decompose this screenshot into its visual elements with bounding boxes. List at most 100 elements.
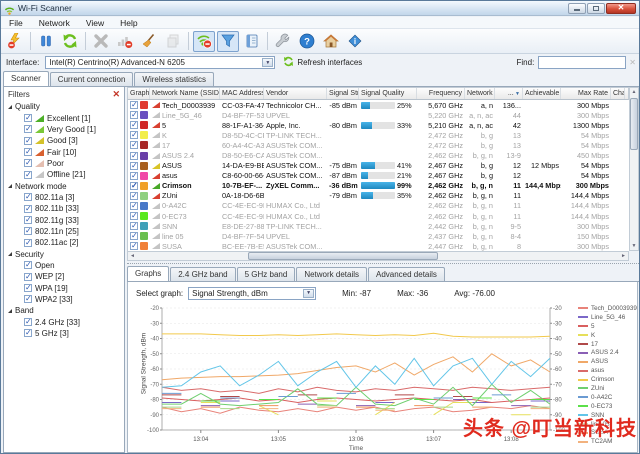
row-checkbox[interactable] <box>130 222 138 230</box>
expander-icon[interactable] <box>8 105 12 109</box>
checkbox[interactable] <box>24 239 32 247</box>
row-checkbox[interactable] <box>130 232 138 240</box>
table-vertical-scrollbar[interactable]: ▲ ▼ <box>629 87 639 251</box>
expander-icon[interactable] <box>8 252 12 256</box>
table-row[interactable]: KD8-5D-4C-CF-...TP-LINK TECH...2,472 GHz… <box>128 130 629 140</box>
checkbox[interactable] <box>24 216 32 224</box>
table-row[interactable]: ZUni0A-18-D6-6B-...-79 dBm35%2,462 GHzb,… <box>128 191 629 201</box>
menu-network[interactable]: Network <box>31 17 78 29</box>
interface-select[interactable]: Intel(R) Centrino(R) Advanced-N 6205 ▼ <box>45 56 275 69</box>
filter-item[interactable]: WEP [2] <box>8 271 124 282</box>
refresh-button[interactable] <box>59 31 81 52</box>
checkbox[interactable] <box>24 273 32 281</box>
signal-remove-button[interactable] <box>114 31 136 52</box>
find-input[interactable] <box>538 56 626 69</box>
checkbox[interactable] <box>24 329 32 337</box>
row-checkbox[interactable] <box>130 162 138 170</box>
column-header-chann[interactable]: Chann <box>611 88 625 99</box>
checkbox[interactable] <box>24 318 32 326</box>
graph-type-select[interactable]: Signal Strength, dBm ▼ <box>188 287 316 300</box>
filter-item[interactable]: 802.11ac [2] <box>8 237 124 248</box>
filter-group-network-mode[interactable]: Network mode <box>8 180 124 192</box>
find-clear-icon[interactable]: ✕ <box>629 58 636 67</box>
row-checkbox[interactable] <box>130 192 138 200</box>
log-button[interactable] <box>241 31 263 52</box>
row-checkbox[interactable] <box>130 141 138 149</box>
filter-group-band[interactable]: Band <box>8 305 124 317</box>
filter-item[interactable]: 5 GHz [3] <box>8 328 124 339</box>
filter-group-security[interactable]: Security <box>8 248 124 260</box>
row-checkbox[interactable] <box>130 111 138 119</box>
checkbox[interactable] <box>24 261 32 269</box>
disconnect-bolt-button[interactable] <box>4 31 26 52</box>
menu-view[interactable]: View <box>78 17 112 29</box>
scroll-right-icon[interactable]: ► <box>619 253 628 259</box>
checkbox[interactable] <box>24 137 32 145</box>
checkbox[interactable] <box>24 171 32 179</box>
table-row[interactable]: 0-EC73CC-4E-EC-9E-...HUMAX Co., Ltd2,462… <box>128 211 629 221</box>
tab-network-details[interactable]: Network details <box>296 267 367 281</box>
filter-item[interactable]: 802.11b [33] <box>8 203 124 214</box>
minimize-button[interactable] <box>568 3 586 14</box>
checkbox[interactable] <box>24 205 32 213</box>
row-checkbox[interactable] <box>130 152 138 160</box>
chevron-down-icon[interactable]: ▼ <box>262 58 273 67</box>
tab-wireless-statistics[interactable]: Wireless statistics <box>134 72 214 86</box>
table-row[interactable]: 588-1F-A1-36-...Apple, Inc.-80 dBm33%5,2… <box>128 120 629 130</box>
help-button[interactable]: ? <box>296 31 318 52</box>
scroll-up-icon[interactable]: ▲ <box>632 88 637 96</box>
menu-help[interactable]: Help <box>112 17 145 29</box>
expander-icon[interactable] <box>8 309 12 313</box>
row-checkbox[interactable] <box>130 202 138 210</box>
table-horizontal-scrollbar[interactable]: ◄ ► <box>127 251 629 261</box>
table-row[interactable]: SUSABC-EE-7B-E5-...ASUSTek COM...2,447 G… <box>128 241 629 251</box>
chevron-down-icon[interactable]: ▼ <box>303 289 314 298</box>
row-checkbox[interactable] <box>130 101 138 109</box>
column-header-network-[interactable]: Network ... <box>465 88 495 99</box>
scroll-left-icon[interactable]: ◄ <box>128 253 137 259</box>
checkbox[interactable] <box>24 159 32 167</box>
filter-item[interactable]: Good [3] <box>8 135 124 146</box>
column-header-mac-address-[interactable]: MAC Address... <box>220 88 264 99</box>
filter-item[interactable]: Very Good [1] <box>8 124 124 135</box>
refresh-interfaces-button[interactable]: Refresh interfaces <box>283 56 362 69</box>
expander-icon[interactable] <box>8 184 12 188</box>
table-row[interactable]: asusC8-60-00-66-...ASUSTek COM...-87 dBm… <box>128 171 629 181</box>
row-checkbox[interactable] <box>130 172 138 180</box>
filter-button[interactable] <box>217 31 239 52</box>
column-header-vendor[interactable]: Vendor <box>264 88 327 99</box>
tab-2-4-ghz-band[interactable]: 2.4 GHz band <box>170 267 235 281</box>
tab-scanner[interactable]: Scanner <box>3 71 49 86</box>
clean-button[interactable] <box>138 31 160 52</box>
filter-item[interactable]: 802.11a [3] <box>8 192 124 203</box>
table-row[interactable]: ASUS14-DA-E9-BB-...ASUSTek COM...-75 dBm… <box>128 161 629 171</box>
filter-item[interactable]: Open <box>8 260 124 271</box>
column-header-achievable-[interactable]: Achievable ... <box>523 88 561 99</box>
column-header-frequency[interactable]: Frequency <box>417 88 465 99</box>
filter-item[interactable]: Poor <box>8 158 124 169</box>
table-row[interactable]: line 05D4-BF-7F-54-...UPVEL2,437 GHzb, g… <box>128 231 629 241</box>
row-checkbox[interactable] <box>130 242 138 250</box>
table-row[interactable]: Line_5G_46D4-BF-7F-53-...UPVEL5,220 GHza… <box>128 110 629 120</box>
filter-item[interactable]: 802.11g [33] <box>8 214 124 225</box>
checkbox[interactable] <box>24 284 32 292</box>
row-checkbox[interactable] <box>130 121 138 129</box>
filter-item[interactable]: 802.11n [25] <box>8 226 124 237</box>
table-row[interactable]: ASUS 2.4D8-50-E6-CA-...ASUSTek COM...2,4… <box>128 150 629 160</box>
close-button[interactable]: ✕ <box>606 3 636 14</box>
filter-item[interactable]: Offline [21] <box>8 169 124 180</box>
checkbox[interactable] <box>24 114 32 122</box>
table-row[interactable]: Tech_D0003939CC-03-FA-47-...Technicolor … <box>128 100 629 110</box>
pause-button[interactable] <box>35 31 57 52</box>
column-header-max-rate[interactable]: Max Rate <box>561 88 611 99</box>
column-header--[interactable]: ... ▼ <box>495 88 523 99</box>
panel-splitter[interactable] <box>127 263 639 266</box>
tab-advanced-details[interactable]: Advanced details <box>368 267 445 281</box>
filter-group-quality[interactable]: Quality <box>8 101 124 113</box>
checkbox[interactable] <box>24 227 32 235</box>
vertical-scroll-thumb[interactable] <box>630 98 638 150</box>
column-header-signal-quality[interactable]: Signal Quality <box>359 88 417 99</box>
maximize-button[interactable] <box>587 3 605 14</box>
about-button[interactable]: i <box>344 31 366 52</box>
menu-file[interactable]: File <box>1 17 31 29</box>
